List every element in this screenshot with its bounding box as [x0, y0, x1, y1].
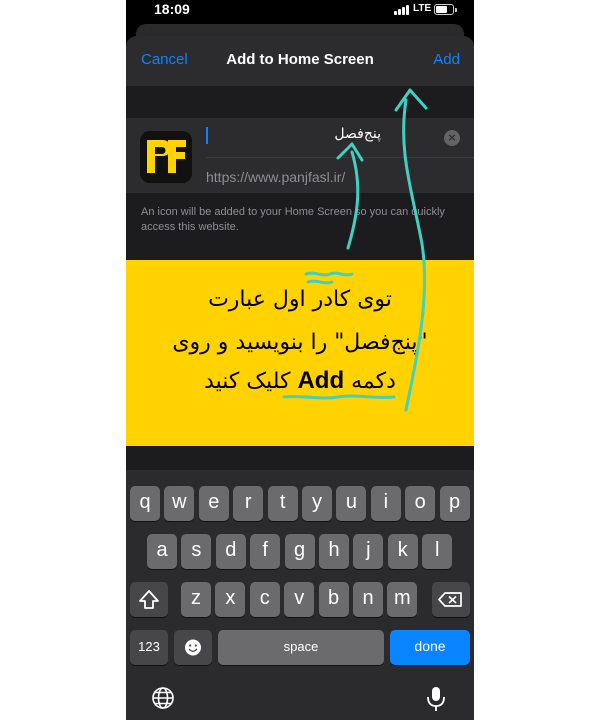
clock: 18:09 — [154, 1, 190, 17]
add-button[interactable]: Add — [433, 51, 460, 68]
key-i[interactable]: i — [370, 486, 401, 521]
instruction-line-2: "پنج‌فصل" را بنویسید و روی — [172, 330, 428, 355]
clear-icon[interactable]: × — [444, 130, 460, 146]
key-h[interactable]: h — [319, 534, 349, 569]
key-y[interactable]: y — [302, 486, 332, 521]
key-n[interactable]: n — [353, 582, 383, 617]
name-row: پنج‌فصل × — [206, 118, 474, 158]
key-q[interactable]: q — [130, 486, 160, 521]
phone-screen: 18:09 LTE Cancel Add to Home Screen Add — [126, 0, 474, 720]
hint-text: An icon will be added to your Home Scree… — [141, 206, 445, 233]
network-type: LTE — [413, 3, 432, 14]
emoji-icon — [185, 639, 201, 656]
status-bar: 18:09 LTE — [126, 0, 474, 22]
key-k[interactable]: k — [387, 534, 418, 569]
key-f[interactable]: f — [250, 534, 281, 569]
key-j[interactable]: j — [353, 534, 384, 569]
shortcut-form: پنج‌فصل × https://www.panjfasl.ir/ — [126, 118, 474, 193]
instruction-add-word: Add — [297, 367, 345, 394]
instruction-line-3: دکمه Add کلیک کنید — [126, 367, 474, 395]
key-m[interactable]: m — [387, 582, 418, 617]
key-r[interactable]: r — [233, 486, 264, 521]
nav-bar: Cancel Add to Home Screen Add — [126, 36, 474, 86]
app-icon — [140, 131, 192, 183]
delete-icon — [438, 592, 462, 607]
key-p[interactable]: p — [439, 486, 470, 521]
key-t[interactable]: t — [267, 486, 298, 521]
key-v[interactable]: v — [284, 582, 315, 617]
key-d[interactable]: d — [215, 534, 246, 569]
key-l[interactable]: l — [422, 534, 453, 569]
key-u[interactable]: u — [336, 486, 367, 521]
done-key[interactable]: done — [390, 630, 470, 665]
numbers-key[interactable]: 123 — [130, 630, 168, 665]
delete-key[interactable] — [432, 582, 470, 617]
key-w[interactable]: w — [164, 486, 195, 521]
keyboard: qwertyuiop asdfghjkl zxcvbnm 123 space d… — [126, 470, 474, 720]
key-z[interactable]: z — [181, 582, 211, 617]
battery-icon — [434, 4, 457, 15]
shift-key[interactable] — [130, 582, 168, 617]
instruction-word-button: دکمه — [351, 369, 396, 394]
key-b[interactable]: b — [318, 582, 349, 617]
key-c[interactable]: c — [249, 582, 280, 617]
key-g[interactable]: g — [284, 534, 315, 569]
instruction-banner: توی کادر اول عبارت "پنج‌فصل" را بنویسید … — [126, 260, 474, 446]
signal-icon — [394, 5, 410, 15]
globe-button[interactable] — [150, 685, 176, 711]
instruction-line-1: توی کادر اول عبارت — [208, 287, 392, 312]
globe-icon — [152, 687, 174, 709]
website-url: https://www.panjfasl.ir/ — [206, 169, 346, 185]
key-s[interactable]: s — [181, 534, 212, 569]
key-x[interactable]: x — [215, 582, 246, 617]
dictation-button[interactable] — [424, 685, 448, 713]
shortcut-name-field[interactable]: پنج‌فصل — [206, 126, 381, 146]
space-key[interactable]: space — [218, 630, 384, 665]
key-a[interactable]: a — [147, 534, 177, 569]
key-e[interactable]: e — [198, 486, 229, 521]
sheet-title: Add to Home Screen — [226, 51, 374, 68]
instruction-word-click: کلیک کنید — [204, 369, 291, 394]
emoji-key[interactable] — [174, 630, 212, 665]
mic-icon — [427, 687, 445, 711]
shift-icon — [139, 590, 159, 609]
key-o[interactable]: o — [405, 486, 436, 521]
